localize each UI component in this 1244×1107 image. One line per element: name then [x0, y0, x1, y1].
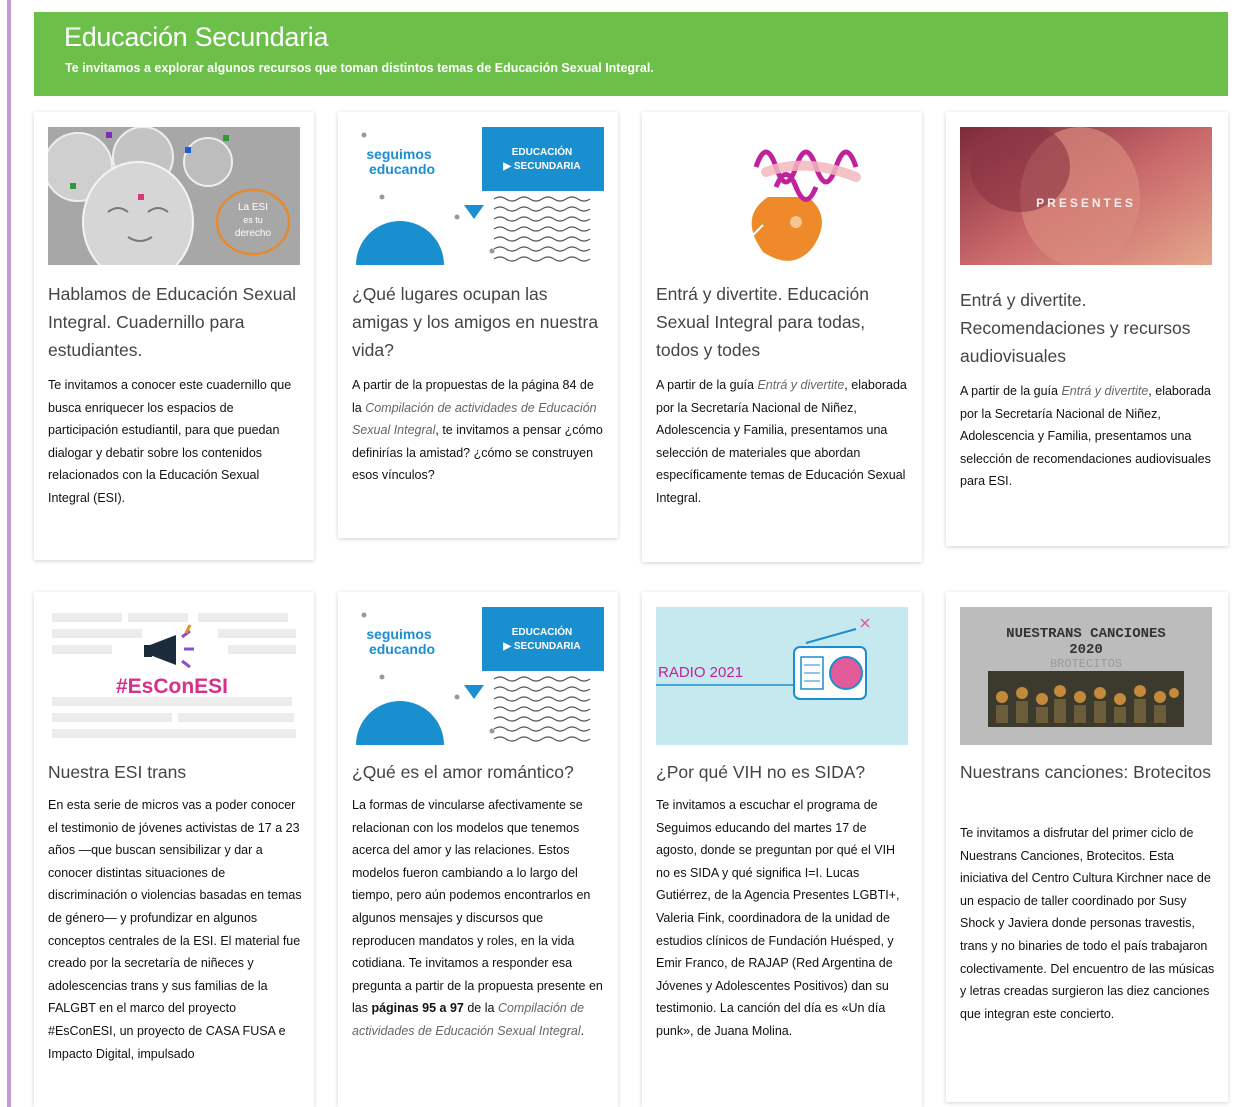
section-title: Educación Secundaria [64, 22, 329, 52]
thumbnail-nuestrans-canciones[interactable]: NUESTRANS CANCIONES 2020 BROTECITOS [960, 607, 1212, 745]
thumb-year-text: 2020 [1069, 642, 1103, 658]
thumb-esconesi-text: #EsConESI [116, 675, 228, 698]
thumb-presentes-text: PRESENTES [1036, 196, 1136, 210]
thumbnail-seguimos-educando[interactable]: seguimos educando EDUCACIÓN ▶ SECUNDARIA [352, 127, 604, 265]
thumb-secundaria-text: ▶ SECUNDARIA [502, 641, 580, 652]
section-banner: Educación Secundaria Te invitamos a expl… [34, 12, 1228, 96]
card-title[interactable]: ¿Qué es el amor romántico? [352, 758, 608, 786]
resource-card-brotecitos[interactable]: NUESTRANS CANCIONES 2020 BROTECITOS Nues… [946, 592, 1228, 1102]
thumb-radio-text: RADIO 2021 [658, 664, 743, 681]
thumbnail-esi-drawing[interactable]: La ESI es tu derecho [48, 127, 300, 265]
desc-text: La formas de vincularse afectivamente se… [352, 798, 603, 1016]
thumb-esi-text-1: La ESI [238, 202, 268, 213]
desc-text: de la [463, 1001, 498, 1016]
resource-card-entra-divertite[interactable]: Entrá y divertite. Educación Sexual Inte… [642, 112, 922, 562]
desc-guide-title: Entrá y divertite [757, 378, 845, 392]
card-description: A partir de la guía Entrá y divertite, e… [656, 374, 910, 510]
thumb-esi-text-3: derecho [235, 228, 272, 239]
thumbnail-presentes-photo[interactable]: PRESENTES [960, 127, 1212, 265]
thumb-brotecitos-text: BROTECITOS [1050, 657, 1122, 671]
card-title[interactable]: Nuestrans canciones: Brotecitos [960, 758, 1218, 786]
resource-card-audiovisuales[interactable]: PRESENTES Entrá y divertite. Recomendaci… [946, 112, 1228, 546]
card-title[interactable]: Entrá y divertite. Educación Sexual Inte… [656, 280, 912, 364]
card-description: Te invitamos a conocer este cuadernillo … [48, 378, 292, 505]
left-accent-rule [7, 0, 11, 1107]
desc-text: , elaborada por la Secretaría Nacional d… [656, 378, 907, 505]
thumb-nuestrans-text: NUESTRANS CANCIONES [1006, 626, 1166, 642]
resource-card-cuadernillo[interactable]: La ESI es tu derecho Hablamos de Educaci… [34, 112, 314, 560]
thumb-secundaria-text: ▶ SECUNDARIA [502, 161, 580, 172]
desc-text: A partir de la guía [656, 378, 758, 392]
desc-text: . [580, 1023, 585, 1038]
desc-text: A partir de la guía [960, 384, 1062, 398]
desc-guide-title: Entrá y divertite [1061, 384, 1149, 398]
thumb-seguimos-text: seguimos [366, 626, 432, 642]
section-subtitle: Te invitamos a explorar algunos recursos… [65, 61, 654, 75]
thumb-educando-text: educando [369, 161, 435, 177]
thumb-esi-text-2: es tu [243, 215, 263, 225]
resource-card-amor-romantico[interactable]: seguimos educando EDUCACIÓN ▶ SECUNDARIA… [338, 592, 618, 1107]
resource-card-amistad[interactable]: seguimos educando EDUCACIÓN ▶ SECUNDARIA… [338, 112, 618, 538]
card-title[interactable]: Nuestra ESI trans [48, 758, 304, 786]
thumbnail-seguimos-educando[interactable]: seguimos educando EDUCACIÓN ▶ SECUNDARIA [352, 607, 604, 745]
resource-card-esi-trans[interactable]: #EsConESI Nuestra ESI trans En esta seri… [34, 592, 314, 1107]
card-description: La formas de vincularse afectivamente se… [352, 794, 606, 1043]
thumbnail-radio-2021[interactable]: RADIO 2021 [656, 607, 908, 745]
card-description: Te invitamos a escuchar el programa de S… [656, 798, 900, 1038]
thumb-educacion-text: EDUCACIÓN [512, 625, 573, 638]
card-title[interactable]: Entrá y divertite. Recomendaciones y rec… [960, 286, 1218, 370]
card-title[interactable]: ¿Qué lugares ocupan las amigas y los ami… [352, 280, 608, 364]
card-description: A partir de la guía Entrá y divertite, e… [960, 380, 1216, 493]
card-title[interactable]: Hablamos de Educación Sexual Integral. C… [48, 280, 304, 364]
resource-card-vih-sida[interactable]: RADIO 2021 ¿Por qué VIH no es SIDA? Te i… [642, 592, 922, 1107]
desc-text: , elaborada por la Secretaría Nacional d… [960, 384, 1211, 489]
thumbnail-esconesi[interactable]: #EsConESI [48, 607, 300, 745]
card-description: A partir de la propuestas de la página 8… [352, 374, 606, 487]
desc-pages: páginas 95 a 97 [371, 1001, 464, 1016]
card-title[interactable]: ¿Por qué VIH no es SIDA? [656, 758, 912, 786]
thumb-seguimos-text: seguimos [366, 146, 432, 162]
thumb-educacion-text: EDUCACIÓN [512, 145, 573, 158]
card-description: En esta serie de micros vas a poder cono… [48, 798, 302, 1061]
card-description: Te invitamos a disfrutar del primer cicl… [960, 826, 1215, 1021]
thumbnail-illustration[interactable] [656, 127, 908, 265]
thumb-educando-text: educando [369, 641, 435, 657]
